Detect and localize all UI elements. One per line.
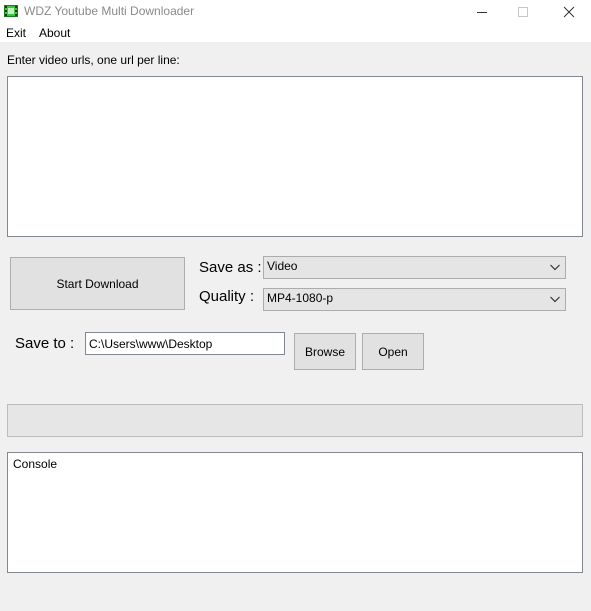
download-progress-bar — [7, 404, 583, 437]
minimize-icon — [477, 12, 487, 13]
quality-label: Quality : — [199, 288, 255, 305]
urls-textarea[interactable] — [7, 76, 583, 237]
save-as-label: Save as : — [199, 259, 262, 276]
save-as-value: Video — [267, 259, 298, 273]
window-title: WDZ Youtube Multi Downloader — [24, 4, 195, 18]
save-to-input[interactable] — [85, 332, 285, 355]
quality-select[interactable]: MP4-1080-p — [263, 288, 566, 311]
menu-about[interactable]: About — [39, 26, 70, 40]
app-icon — [4, 5, 18, 17]
urls-label: Enter video urls, one url per line: — [7, 53, 180, 67]
title-bar: WDZ Youtube Multi Downloader — [0, 0, 591, 24]
console-text: Console — [13, 457, 58, 471]
save-to-label: Save to : — [15, 335, 75, 352]
console-panel[interactable]: Console — [7, 452, 583, 573]
chevron-down-icon — [549, 292, 561, 306]
close-icon — [563, 6, 575, 18]
close-button[interactable] — [546, 0, 591, 24]
chevron-down-icon — [549, 260, 561, 274]
browse-button[interactable]: Browse — [294, 333, 356, 370]
maximize-button[interactable] — [500, 0, 546, 24]
quality-value: MP4-1080-p — [267, 291, 334, 305]
maximize-icon — [518, 7, 528, 17]
menu-exit[interactable]: Exit — [6, 26, 26, 40]
minimize-button[interactable] — [459, 0, 505, 24]
open-button[interactable]: Open — [362, 333, 424, 370]
save-as-select[interactable]: Video — [263, 256, 566, 279]
start-download-button[interactable]: Start Download — [10, 257, 185, 310]
menu-bar: Exit About — [0, 24, 591, 42]
